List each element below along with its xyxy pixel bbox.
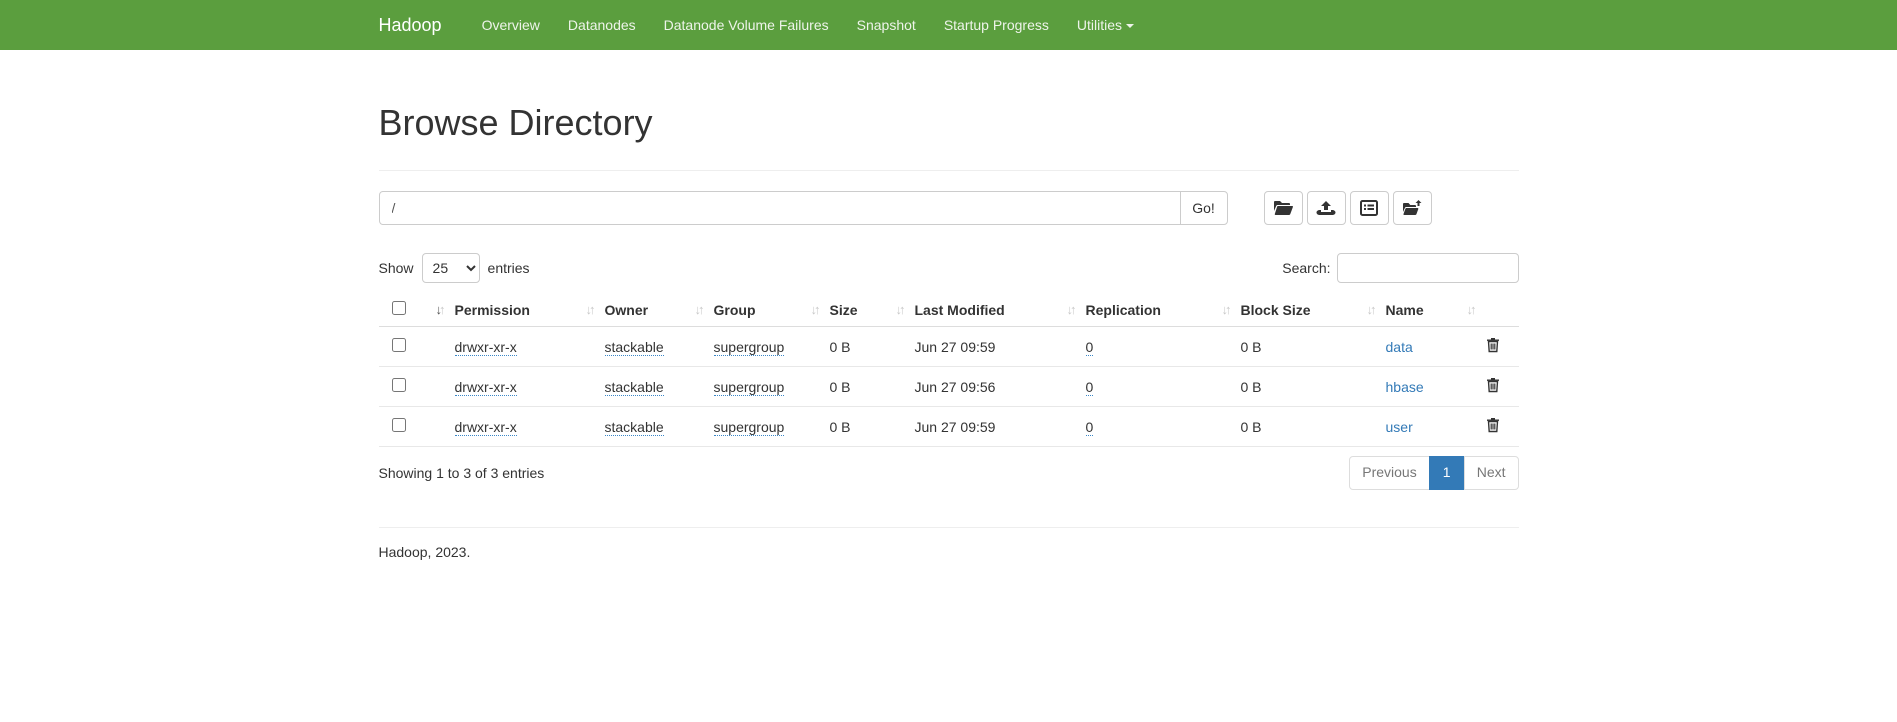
size-value: 0 B xyxy=(830,339,851,355)
header-select-all[interactable]: ↓↑ xyxy=(379,293,455,327)
header-group[interactable]: Group↓↑ xyxy=(714,293,830,327)
group-value[interactable]: supergroup xyxy=(714,379,785,396)
delete-button[interactable] xyxy=(1486,417,1500,436)
entries-label: entries xyxy=(488,260,530,276)
pagination-next[interactable]: Next xyxy=(1464,456,1519,490)
permission-value[interactable]: drwxr-xr-x xyxy=(455,379,517,396)
header-block-size[interactable]: Block Size↓↑ xyxy=(1241,293,1386,327)
upload-files-button[interactable] xyxy=(1307,191,1346,225)
block-size-value: 0 B xyxy=(1241,419,1262,435)
pagination-page-1[interactable]: 1 xyxy=(1429,456,1465,490)
group-value[interactable]: supergroup xyxy=(714,339,785,356)
owner-value[interactable]: stackable xyxy=(605,419,664,436)
permission-value[interactable]: drwxr-xr-x xyxy=(455,339,517,356)
nav-item-utilities[interactable]: Utilities xyxy=(1063,0,1148,50)
size-value: 0 B xyxy=(830,419,851,435)
directory-listing-table: ↓↑ Permission↓↑ Owner↓↑ Group↓↑ Size↓↑ L… xyxy=(379,293,1519,447)
explorer-actions xyxy=(1264,191,1432,225)
delete-button[interactable] xyxy=(1486,377,1500,396)
sort-icon[interactable]: ↓↑ xyxy=(586,302,593,317)
nav-item-startup-progress[interactable]: Startup Progress xyxy=(930,0,1063,50)
navbar-brand[interactable]: Hadoop xyxy=(379,0,442,50)
search-input[interactable] xyxy=(1337,253,1519,283)
sort-icon[interactable]: ↓↑ xyxy=(1222,302,1229,317)
trash-icon xyxy=(1486,381,1500,396)
nav-item-snapshot[interactable]: Snapshot xyxy=(843,0,930,50)
set-quota-button[interactable] xyxy=(1350,191,1389,225)
move-paste-button[interactable] xyxy=(1393,191,1432,225)
footer-text: Hadoop, 2023. xyxy=(379,544,1519,560)
footer-divider xyxy=(379,527,1519,528)
nav-item-datanode-volume-failures[interactable]: Datanode Volume Failures xyxy=(650,0,843,50)
header-size[interactable]: Size↓↑ xyxy=(830,293,915,327)
nav-item-overview[interactable]: Overview xyxy=(468,0,554,50)
block-size-value: 0 B xyxy=(1241,339,1262,355)
main-content: Browse Directory Go! xyxy=(364,103,1534,560)
sort-icon[interactable]: ↓↑ xyxy=(1367,302,1374,317)
sort-icon[interactable]: ↓↑ xyxy=(1067,302,1074,317)
last-modified-value: Jun 27 09:59 xyxy=(915,339,996,355)
directory-path-input[interactable] xyxy=(379,191,1181,225)
group-value[interactable]: supergroup xyxy=(714,419,785,436)
show-label: Show xyxy=(379,260,414,276)
delete-button[interactable] xyxy=(1486,337,1500,356)
header-replication[interactable]: Replication↓↑ xyxy=(1086,293,1241,327)
directory-link[interactable]: hbase xyxy=(1386,379,1424,395)
trash-icon xyxy=(1486,421,1500,436)
table-row: drwxr-xr-x stackable supergroup 0 B Jun … xyxy=(379,407,1519,447)
folder-open-icon xyxy=(1273,200,1293,216)
sort-icon[interactable]: ↓↑ xyxy=(811,302,818,317)
table-info: Showing 1 to 3 of 3 entries xyxy=(379,465,545,481)
table-header-row: ↓↑ Permission↓↑ Owner↓↑ Group↓↑ Size↓↑ L… xyxy=(379,293,1519,327)
size-value: 0 B xyxy=(830,379,851,395)
pagination-previous[interactable]: Previous xyxy=(1349,456,1429,490)
replication-value[interactable]: 0 xyxy=(1086,419,1094,436)
table-row: drwxr-xr-x stackable supergroup 0 B Jun … xyxy=(379,327,1519,367)
path-bar: Go! xyxy=(379,191,1519,225)
header-delete xyxy=(1486,293,1519,327)
replication-value[interactable]: 0 xyxy=(1086,339,1094,356)
directory-link[interactable]: data xyxy=(1386,339,1413,355)
header-owner[interactable]: Owner↓↑ xyxy=(605,293,714,327)
nav-item-datanodes[interactable]: Datanodes xyxy=(554,0,650,50)
upload-icon xyxy=(1316,200,1336,216)
sort-icon[interactable]: ↓↑ xyxy=(436,302,443,317)
folder-move-icon xyxy=(1402,200,1422,216)
page-title: Browse Directory xyxy=(379,103,1519,143)
row-checkbox[interactable] xyxy=(392,338,406,352)
table-search: Search: xyxy=(1282,253,1518,283)
block-size-value: 0 B xyxy=(1241,379,1262,395)
table-row: drwxr-xr-x stackable supergroup 0 B Jun … xyxy=(379,367,1519,407)
owner-value[interactable]: stackable xyxy=(605,379,664,396)
select-all-checkbox[interactable] xyxy=(392,301,406,315)
sort-icon[interactable]: ↓↑ xyxy=(695,302,702,317)
table-controls: Show 25 entries Search: xyxy=(379,251,1519,285)
list-alt-icon xyxy=(1360,200,1378,216)
last-modified-value: Jun 27 09:59 xyxy=(915,419,996,435)
table-footer-controls: Showing 1 to 3 of 3 entries Previous 1 N… xyxy=(379,456,1519,490)
go-button[interactable]: Go! xyxy=(1180,191,1228,225)
sort-icon[interactable]: ↓↑ xyxy=(1467,302,1474,317)
last-modified-value: Jun 27 09:56 xyxy=(915,379,996,395)
chevron-down-icon xyxy=(1126,24,1134,28)
header-last-modified[interactable]: Last Modified↓↑ xyxy=(915,293,1086,327)
permission-value[interactable]: drwxr-xr-x xyxy=(455,419,517,436)
top-navbar: Hadoop Overview Datanodes Datanode Volum… xyxy=(0,0,1897,50)
trash-icon xyxy=(1486,341,1500,356)
page-length-select[interactable]: 25 xyxy=(422,253,480,283)
row-checkbox[interactable] xyxy=(392,378,406,392)
page-header: Browse Directory xyxy=(379,103,1519,171)
replication-value[interactable]: 0 xyxy=(1086,379,1094,396)
create-directory-button[interactable] xyxy=(1264,191,1303,225)
owner-value[interactable]: stackable xyxy=(605,339,664,356)
search-label: Search: xyxy=(1282,260,1330,276)
directory-link[interactable]: user xyxy=(1386,419,1413,435)
row-checkbox[interactable] xyxy=(392,418,406,432)
sort-icon[interactable]: ↓↑ xyxy=(896,302,903,317)
header-permission[interactable]: Permission↓↑ xyxy=(455,293,605,327)
header-name[interactable]: Name↓↑ xyxy=(1386,293,1486,327)
pagination: Previous 1 Next xyxy=(1349,456,1518,490)
